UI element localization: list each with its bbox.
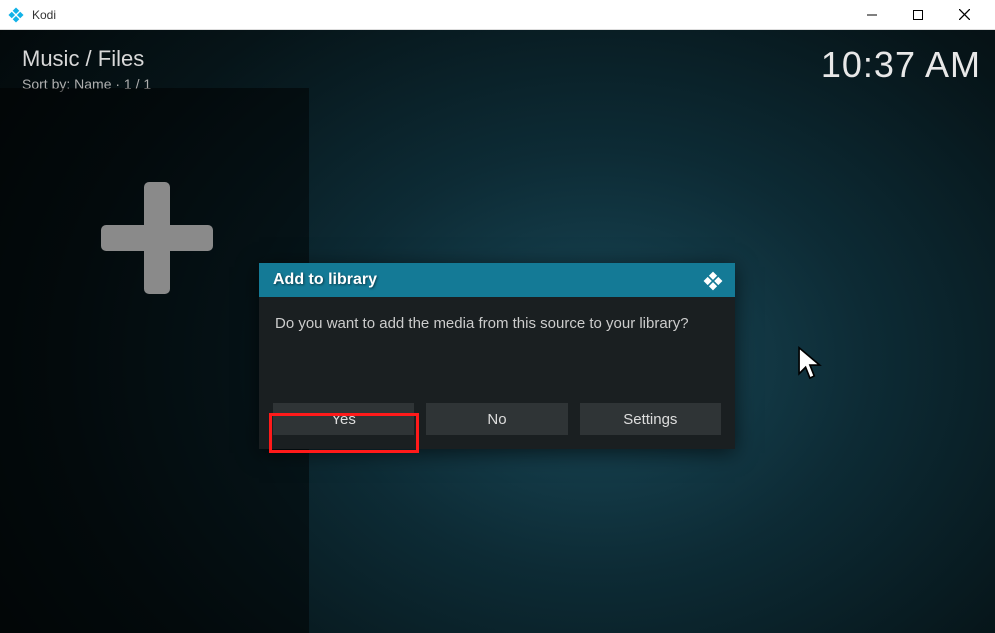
no-button[interactable]: No — [426, 403, 567, 435]
add-to-library-dialog: Add to library Do you want to add the me… — [259, 263, 735, 449]
kodi-app-icon — [8, 7, 24, 23]
maximize-button[interactable] — [895, 0, 941, 30]
dialog-header: Add to library — [259, 263, 735, 297]
clock: 10:37 AM — [821, 44, 981, 86]
minimize-button[interactable] — [849, 0, 895, 30]
titlebar: Kodi — [0, 0, 995, 30]
dialog-buttons: Yes No Settings — [259, 403, 735, 449]
dialog-title: Add to library — [273, 271, 377, 289]
dialog-message: Do you want to add the media from this s… — [259, 297, 735, 403]
app-body: Music / Files Sort by: Name · 1 / 1 10:3… — [0, 30, 995, 633]
close-button[interactable] — [941, 0, 987, 30]
settings-button[interactable]: Settings — [580, 403, 721, 435]
cursor-icon — [798, 346, 824, 382]
window-title: Kodi — [32, 8, 849, 22]
add-source-button[interactable] — [101, 182, 213, 294]
window-controls — [849, 0, 987, 30]
breadcrumb: Music / Files — [22, 46, 144, 72]
yes-button[interactable]: Yes — [273, 403, 414, 435]
kodi-logo-icon — [703, 271, 723, 291]
